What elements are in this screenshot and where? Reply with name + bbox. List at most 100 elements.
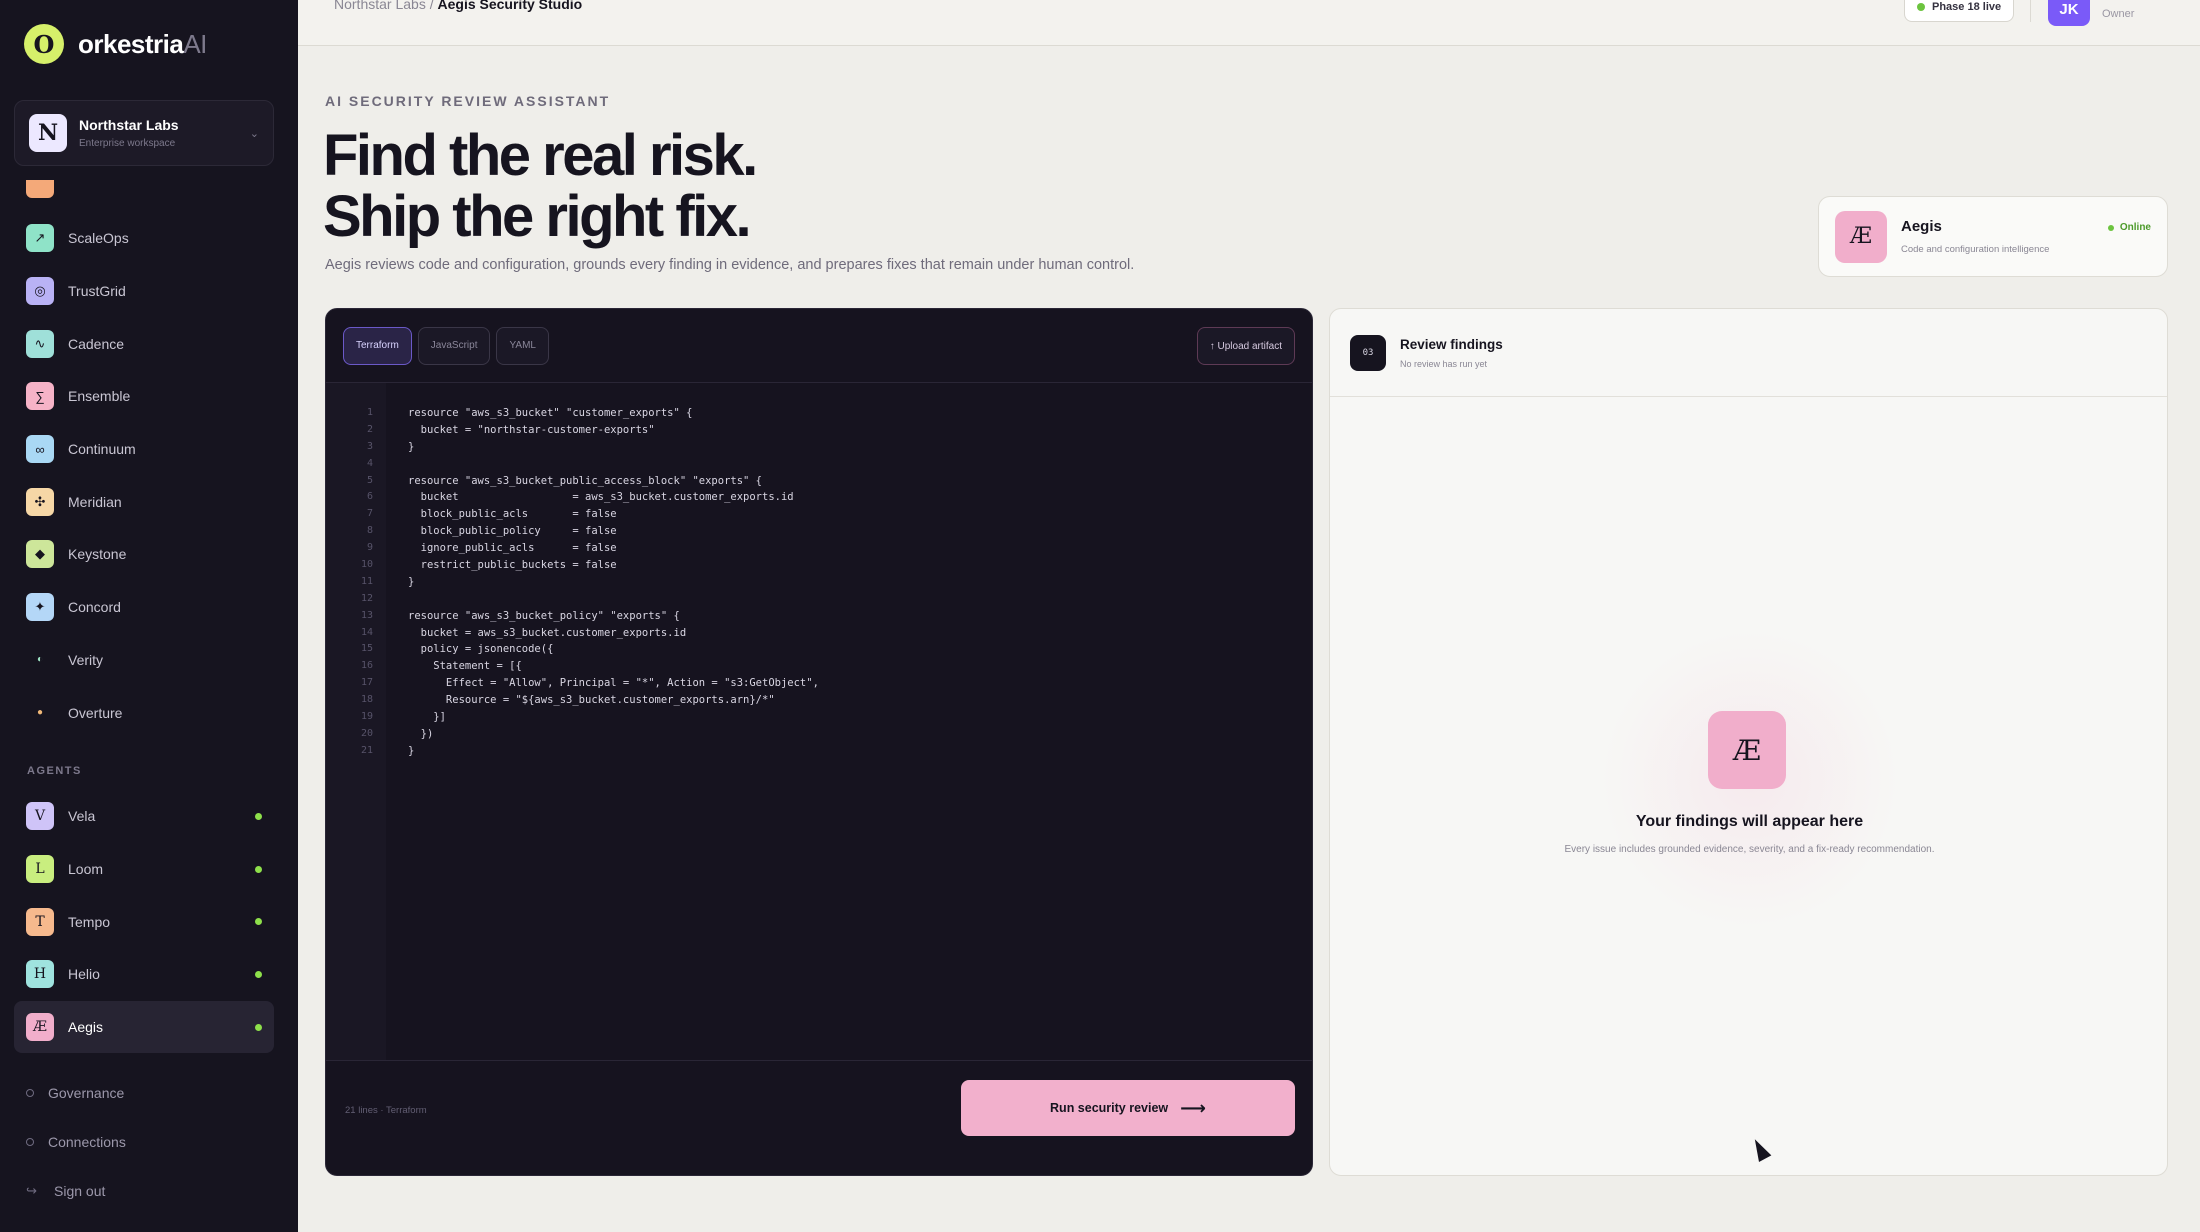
sidebar: O orkestriaAI N Northstar Labs Enterpris… xyxy=(0,0,298,1232)
brand-name: orkestriaAI xyxy=(78,29,207,60)
scaleops-icon: ↗ xyxy=(26,224,54,253)
sidebar-link-sign-out[interactable]: ↪ Sign out xyxy=(26,1166,266,1215)
line-number: 4 xyxy=(366,457,373,469)
code-line: block_public_policy = false xyxy=(408,525,617,538)
empty-state-description: Every issue includes grounded evidence, … xyxy=(1564,844,1935,855)
agent-item-helio[interactable]: H Helio xyxy=(14,948,274,1001)
line-number: 1 xyxy=(366,407,373,418)
agent-item-tempo[interactable]: T Tempo xyxy=(14,895,274,948)
code-line: policy = jsonencode({ xyxy=(408,643,554,656)
line-number: 18 xyxy=(360,694,373,706)
arrow-right-icon: ⟶ xyxy=(1180,1097,1206,1118)
line-number: 10 xyxy=(360,559,373,571)
sidebar-item-cadence[interactable]: ∿ Cadence xyxy=(14,317,274,370)
sidebar-item-label: Ensemble xyxy=(68,388,131,405)
code-line: }] xyxy=(408,711,446,724)
sidebar-item-ensemble[interactable]: ∑ Ensemble xyxy=(14,370,274,423)
agent-item-vela[interactable]: V Vela xyxy=(14,790,274,843)
tab-javascript[interactable]: JavaScript xyxy=(417,326,491,365)
sign-out-icon: ↪ xyxy=(26,1182,37,1198)
line-number: 9 xyxy=(366,542,373,554)
code-line: } xyxy=(408,575,415,588)
sidebar-footer: Governance Connections ↪ Sign out xyxy=(26,1068,266,1215)
sidebar-item-concord[interactable]: ✦ Concord xyxy=(14,581,274,634)
verity-icon: ◐ xyxy=(36,654,44,666)
line-number: 14 xyxy=(360,626,373,638)
line-number-gutter: 1 2 3 4 5 6 7 8 9 10 11 12 13 14 15 16 17 18 19 20 21 xyxy=(326,383,386,1060)
loom-agent-icon: L xyxy=(26,855,54,884)
agent-item-label: Tempo xyxy=(68,913,111,930)
agent-online-dot xyxy=(255,970,262,978)
aegis-agent-icon: Æ xyxy=(26,1013,54,1042)
code-content[interactable]: resource "aws_s3_bucket" "customer_expor… xyxy=(386,383,1312,1060)
sidebar-item-verity[interactable]: ◐ Verity xyxy=(14,634,274,687)
user-avatar[interactable]: JK xyxy=(2048,0,2090,26)
run-security-review-button[interactable]: Run security review ⟶ xyxy=(961,1080,1295,1136)
sidebar-item-continuum[interactable]: ∞ Continuum xyxy=(14,423,274,476)
ensemble-icon: ∑ xyxy=(26,382,54,411)
product-nav: ↗ ScaleOps ◎ TrustGrid ∿ Cadence ∑ Ensemble ∞ Con… xyxy=(14,212,274,739)
sidebar-item-label: Continuum xyxy=(68,441,136,458)
tab-yaml[interactable]: YAML xyxy=(496,326,549,365)
agent-item-label: Helio xyxy=(68,966,100,983)
brand-suffix: AI xyxy=(183,28,207,59)
sidebar-item-label: Cadence xyxy=(68,335,125,352)
breadcrumb: Northstar Labs / Aegis Security Studio xyxy=(334,0,582,12)
online-dot-icon xyxy=(2107,224,2114,231)
workspace-subtitle: Enterprise workspace xyxy=(79,138,176,149)
agent-item-label: Loom xyxy=(68,861,104,878)
line-number: 15 xyxy=(360,643,373,655)
editor-toolbar: Terraform JavaScript YAML ↑ Upload artifact xyxy=(326,309,1312,383)
findings-title: Review findings xyxy=(1400,336,1503,352)
code-line: } xyxy=(408,744,415,757)
tab-terraform[interactable]: Terraform xyxy=(343,326,412,365)
nav-item-partial-icon xyxy=(26,180,54,198)
agent-status-card: Æ Aegis Code and configuration intellige… xyxy=(1818,196,2168,277)
chevron-down-icon: ⌄ xyxy=(249,127,259,140)
cadence-icon: ∿ xyxy=(26,329,54,358)
sidebar-item-label: TrustGrid xyxy=(68,283,126,300)
line-number: 11 xyxy=(360,575,373,587)
workspace-switcher[interactable]: N Northstar Labs Enterprise workspace ⌄ xyxy=(14,100,274,166)
code-line: resource "aws_s3_bucket_public_access_bl… xyxy=(408,474,763,487)
line-number: 6 xyxy=(366,491,373,503)
line-number: 2 xyxy=(366,423,373,435)
sidebar-item-meridian[interactable]: ✣ Meridian xyxy=(14,475,274,528)
sidebar-item-trustgrid[interactable]: ◎ TrustGrid xyxy=(14,265,274,318)
line-number: 16 xyxy=(360,660,373,672)
findings-step-badge: 03 xyxy=(1350,334,1386,371)
agent-item-loom[interactable]: L Loom xyxy=(14,843,274,896)
sidebar-link-governance[interactable]: Governance xyxy=(26,1068,266,1117)
brand-name-text: orkestria xyxy=(78,28,184,59)
breadcrumb-parent[interactable]: Northstar Labs / xyxy=(334,0,434,12)
line-number: 12 xyxy=(360,592,373,604)
phase-badge-label: Phase 18 live xyxy=(1932,1,2002,13)
sidebar-item-overture[interactable]: ● Overture xyxy=(14,686,274,739)
run-button-label: Run security review xyxy=(1050,1101,1169,1115)
code-line: ignore_public_acls = false xyxy=(408,542,617,555)
code-line: restrict_public_buckets = false xyxy=(408,559,617,572)
sidebar-item-label: Meridian xyxy=(68,493,122,510)
agent-item-aegis[interactable]: Æ Aegis xyxy=(14,1000,274,1054)
page-title: Find the real risk. Ship the right fix. xyxy=(323,125,758,249)
code-line: resource "aws_s3_bucket" "customer_expor… xyxy=(408,407,693,419)
sidebar-item-scaleops[interactable]: ↗ ScaleOps xyxy=(14,212,274,265)
line-number: 13 xyxy=(360,609,373,621)
agents-nav: V Vela L Loom T Tempo H Helio Æ Aegis xyxy=(14,790,274,1054)
code-input[interactable]: 1 2 3 4 5 6 7 8 9 10 11 12 13 14 15 16 17 18 19 20 21 resour… xyxy=(326,383,1312,1060)
line-number: 20 xyxy=(360,727,373,739)
code-line: Resource = "${aws_s3_bucket.customer_exp… xyxy=(408,694,775,707)
helio-agent-icon: H xyxy=(26,960,54,989)
sidebar-link-connections[interactable]: Connections xyxy=(26,1117,266,1166)
line-number: 3 xyxy=(366,440,373,452)
workspace-name: Northstar Labs xyxy=(79,117,179,133)
brand-logo[interactable]: O orkestriaAI xyxy=(24,24,207,64)
sidebar-item-keystone[interactable]: ◆ Keystone xyxy=(14,528,274,581)
upload-artifact-button[interactable]: ↑ Upload artifact xyxy=(1196,327,1295,365)
breadcrumb-current: Aegis Security Studio xyxy=(437,0,583,12)
page-title-line2: Ship the right fix. xyxy=(323,184,752,249)
sidebar-item-label: ScaleOps xyxy=(68,230,129,247)
vela-agent-icon: V xyxy=(26,802,54,831)
